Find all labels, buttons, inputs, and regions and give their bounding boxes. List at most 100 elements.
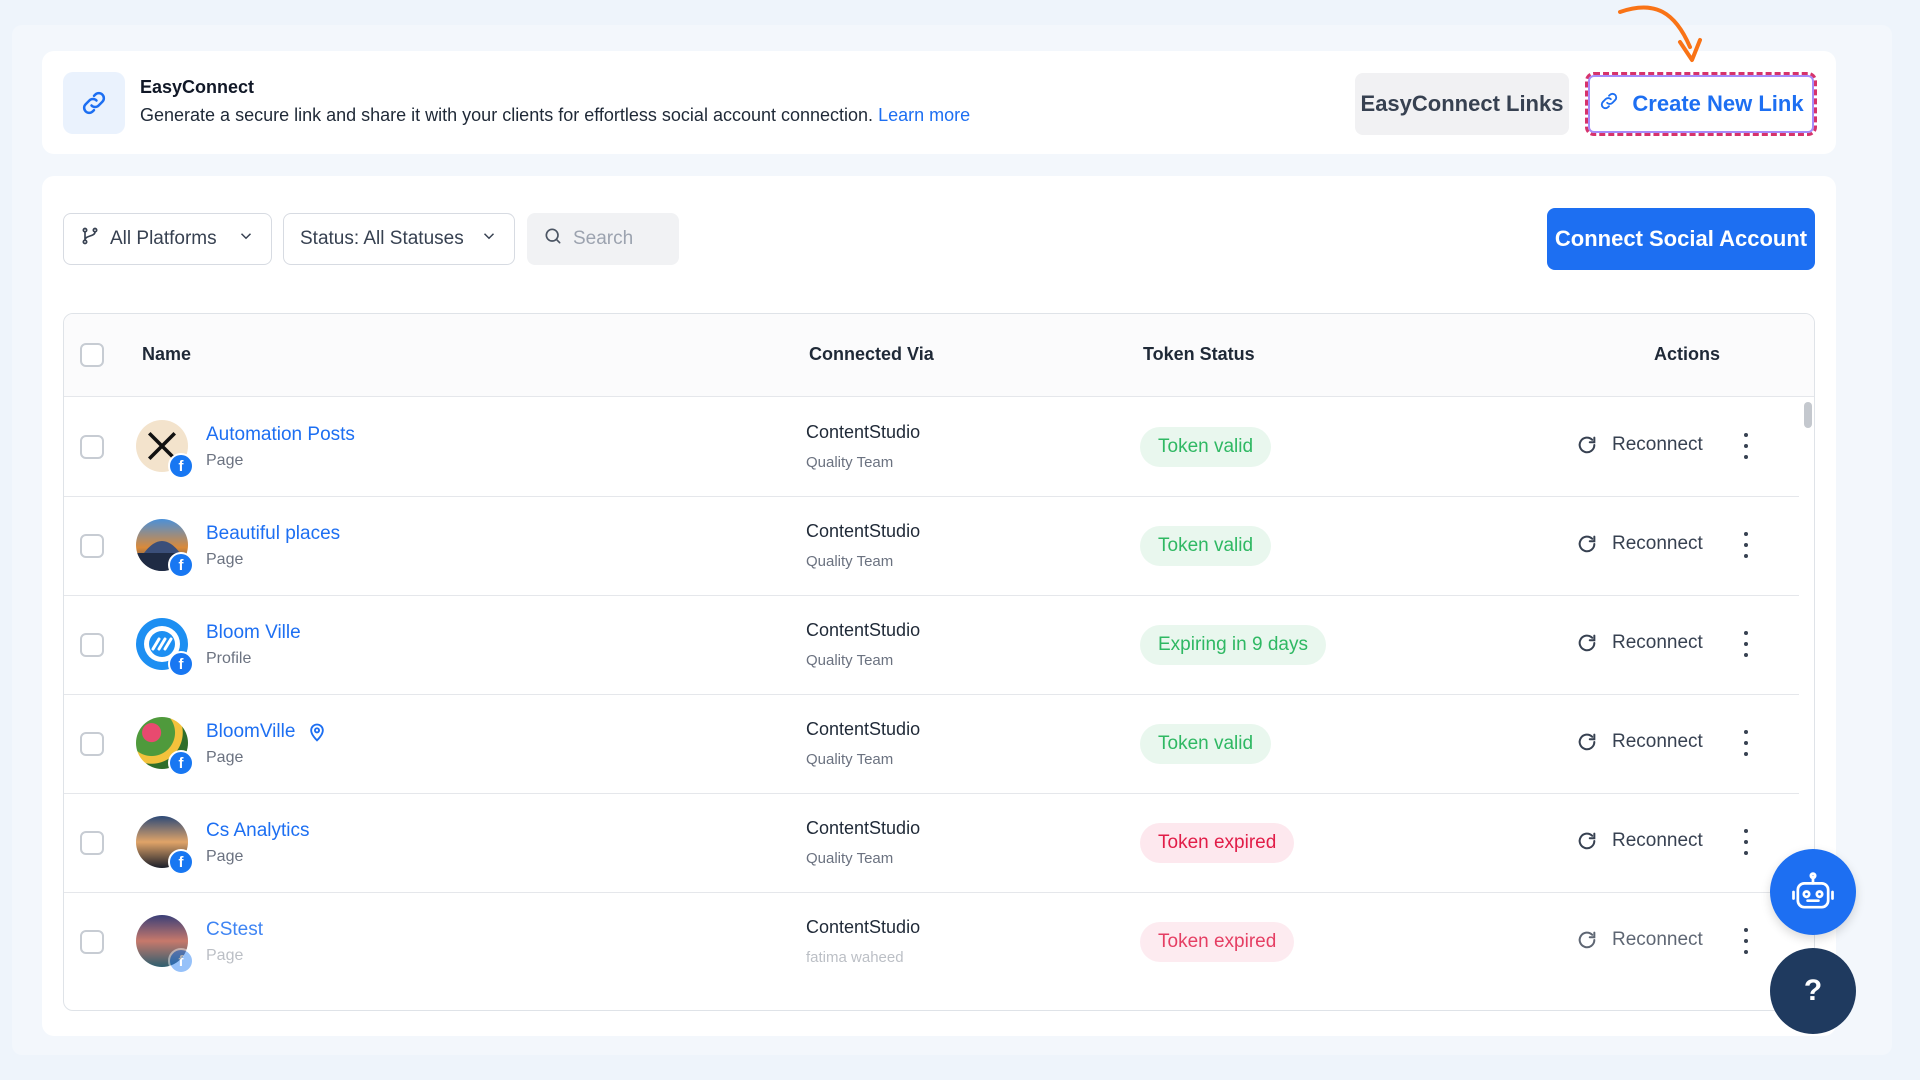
platform-filter-dropdown[interactable]: All Platforms	[63, 213, 272, 265]
reconnect-button[interactable]: Reconnect	[1576, 533, 1703, 555]
connected-team: Quality Team	[806, 850, 894, 867]
connected-via: ContentStudio	[806, 521, 921, 541]
question-mark-icon: ?	[1803, 974, 1823, 1007]
connected-via: ContentStudio	[806, 719, 921, 739]
pointer-arrow-icon	[1618, 5, 1702, 62]
more-options-icon[interactable]	[1742, 730, 1750, 756]
account-type: Page	[206, 947, 244, 964]
account-name: Beautiful places	[206, 523, 341, 544]
account-type: Page	[206, 848, 244, 865]
reconnect-label: Reconnect	[1612, 533, 1703, 554]
row-checkbox[interactable]	[80, 534, 104, 558]
learn-more-link[interactable]: Learn more	[878, 105, 970, 125]
status-badge: Expiring in 9 days	[1140, 625, 1326, 665]
connected-via: ContentStudio	[806, 620, 921, 640]
refresh-icon	[1578, 634, 1596, 652]
chevron-down-icon	[237, 227, 255, 251]
connected-via: ContentStudio	[806, 818, 921, 838]
reconnect-label: Reconnect	[1612, 731, 1703, 752]
row-checkbox[interactable]	[80, 831, 104, 855]
table-row: f CStest Page ContentStudio fatima wahee…	[64, 893, 1799, 992]
account-name: CStest	[206, 919, 264, 940]
account-name: Bloom Ville	[206, 622, 301, 643]
connected-team: Quality Team	[806, 454, 894, 471]
search-icon	[543, 226, 563, 252]
search-placeholder: Search	[573, 228, 634, 249]
account-name: Cs Analytics	[206, 820, 310, 841]
accounts-table: Name Connected Via Token Status Actions …	[63, 313, 1815, 1011]
refresh-icon	[1578, 733, 1596, 751]
status-filter-label: Status: All Statuses	[300, 228, 464, 249]
reconnect-label: Reconnect	[1612, 830, 1703, 851]
reconnect-button[interactable]: Reconnect	[1576, 929, 1703, 951]
account-name-link[interactable]: Bloom Ville	[206, 622, 301, 644]
header-connected-via: Connected Via	[809, 344, 934, 364]
account-type: Profile	[206, 650, 252, 667]
connect-social-account-button[interactable]: Connect Social Account	[1547, 208, 1815, 270]
table-row: f Beautiful places Page ContentStudio Qu…	[64, 497, 1799, 596]
reconnect-button[interactable]: Reconnect	[1576, 434, 1703, 456]
table-row: f Cs Analytics Page ContentStudio Qualit…	[64, 794, 1799, 893]
location-pin-icon	[310, 723, 325, 742]
accounts-panel: All Platforms Status: All Statuses Searc…	[42, 176, 1836, 1036]
easyconnect-description: Generate a secure link and share it with…	[140, 105, 970, 126]
account-name-link[interactable]: Beautiful places	[206, 523, 340, 545]
link-icon	[63, 72, 125, 134]
reconnect-button[interactable]: Reconnect	[1576, 632, 1703, 654]
account-name-link[interactable]: BloomVille	[206, 721, 327, 743]
chevron-down-icon	[480, 227, 498, 251]
more-options-icon[interactable]	[1742, 928, 1750, 954]
table-header: Name Connected Via Token Status Actions	[64, 314, 1814, 397]
row-checkbox[interactable]	[80, 732, 104, 756]
scrollbar-thumb[interactable]	[1804, 402, 1812, 428]
robot-icon	[1792, 872, 1834, 909]
refresh-icon	[1578, 436, 1596, 454]
reconnect-label: Reconnect	[1612, 434, 1703, 455]
platform-filter-label: All Platforms	[110, 228, 217, 249]
header-token-status: Token Status	[1143, 344, 1255, 364]
ai-assistant-button[interactable]	[1770, 849, 1856, 935]
refresh-icon	[1578, 535, 1596, 553]
more-options-icon[interactable]	[1742, 829, 1750, 855]
connected-team: fatima waheed	[806, 949, 904, 966]
table-row: f Automation Posts Page ContentStudio Qu…	[64, 398, 1799, 497]
search-input[interactable]: Search	[527, 213, 679, 265]
table-row: f Bloom Ville Profile ContentStudio Qual…	[64, 596, 1799, 695]
connected-team: Quality Team	[806, 652, 894, 669]
more-options-icon[interactable]	[1742, 433, 1750, 459]
connected-via: ContentStudio	[806, 917, 921, 937]
easyconnect-banner: EasyConnect Generate a secure link and s…	[42, 51, 1836, 154]
row-checkbox[interactable]	[80, 930, 104, 954]
header-actions: Actions	[1654, 344, 1721, 364]
connected-team: Quality Team	[806, 751, 894, 768]
status-badge: Token valid	[1140, 526, 1272, 566]
help-button[interactable]: ?	[1770, 948, 1856, 1034]
account-name-link[interactable]: CStest	[206, 919, 263, 941]
row-checkbox[interactable]	[80, 633, 104, 657]
connected-team: Quality Team	[806, 553, 894, 570]
status-badge: Token expired	[1140, 823, 1295, 863]
facebook-icon: f	[168, 849, 194, 875]
status-filter-dropdown[interactable]: Status: All Statuses	[283, 213, 515, 265]
select-all-checkbox[interactable]	[80, 343, 104, 367]
more-options-icon[interactable]	[1742, 631, 1750, 657]
status-badge: Token expired	[1140, 922, 1295, 962]
table-row: f BloomVille Page ContentStudio Quality …	[64, 695, 1799, 794]
easyconnect-links-button[interactable]: EasyConnect Links	[1355, 73, 1569, 135]
refresh-icon	[1578, 832, 1596, 850]
facebook-icon: f	[168, 552, 194, 578]
account-name-link[interactable]: Automation Posts	[206, 424, 355, 446]
reconnect-button[interactable]: Reconnect	[1576, 830, 1703, 852]
account-type: Page	[206, 749, 244, 766]
account-type: Page	[206, 452, 244, 469]
account-name-link[interactable]: Cs Analytics	[206, 820, 309, 842]
create-new-link-button[interactable]: Create New Link	[1585, 72, 1817, 136]
reconnect-label: Reconnect	[1612, 632, 1703, 653]
row-checkbox[interactable]	[80, 435, 104, 459]
branch-icon	[80, 226, 100, 252]
more-options-icon[interactable]	[1742, 532, 1750, 558]
connected-via: ContentStudio	[806, 422, 921, 442]
refresh-icon	[1578, 931, 1596, 949]
account-name: Automation Posts	[206, 424, 355, 445]
reconnect-button[interactable]: Reconnect	[1576, 731, 1703, 753]
